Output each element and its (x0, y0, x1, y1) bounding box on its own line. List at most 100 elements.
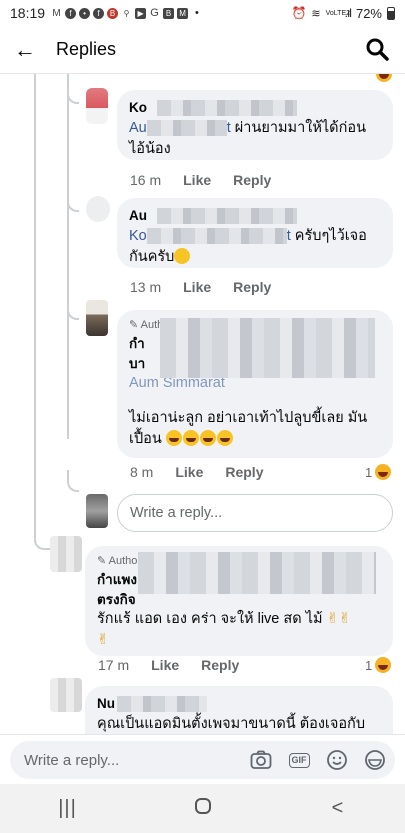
facebook-icon: f (65, 7, 77, 19)
status-left: 18:19 M f • f B ⚲ ▶ G B M • (10, 5, 199, 21)
app-icon: B (107, 7, 119, 19)
reply-button[interactable]: Reply (233, 172, 271, 188)
haha-reaction-icon (375, 657, 392, 673)
redacted-block (160, 318, 375, 378)
smile-emoji-icon (174, 247, 191, 264)
commenter-name[interactable]: Ko (129, 98, 381, 118)
comment-bubble: Ko Au t ผ่านยามมาให้ได้ก่อน ไอ้น้อง (117, 90, 393, 160)
like-button[interactable]: Like (175, 464, 203, 480)
clipped-reaction (376, 74, 392, 87)
mention-link[interactable]: Ko t (129, 228, 291, 244)
redacted-name (157, 208, 297, 225)
notification-icons: M f • f B ⚲ ▶ G B M • (51, 7, 199, 19)
back-arrow-icon[interactable]: ← (14, 37, 44, 63)
status-time: 18:19 (10, 5, 46, 21)
comment-text-line2: ไอ้น้อง (129, 140, 171, 157)
camera-icon[interactable] (249, 748, 273, 772)
gmail-icon: M (52, 7, 61, 19)
dot-icon: • (195, 7, 199, 19)
comment-text: ไม่เอาน่ะลูก อย่าเอาเท้าไปลูบขี้เลย มัน (129, 410, 368, 427)
comment-text: ครับๆไว้เจอ (290, 227, 367, 244)
header: ← Replies (0, 26, 405, 74)
status-right: ⏰ ≋ VoLTE2 .ıl 72% (291, 6, 395, 21)
comment-bubble: Nu คุณเป็นแอดมินตั้งเพจมาขนาดนี้ ต้องเจอ… (85, 686, 393, 734)
system-nav-bar: ||| < (0, 784, 405, 833)
reply-button[interactable]: Reply (225, 464, 263, 480)
reaction-count[interactable]: 1 (365, 657, 392, 673)
status-bar: 18:19 M f • f B ⚲ ▶ G B M • ⏰ ≋ VoLTE2 .… (0, 0, 405, 26)
reply-button[interactable]: Reply (201, 657, 239, 673)
comment-bubble: Au Ko t ครับๆไว้เจอ กันครับ (117, 198, 393, 268)
emoji-icon[interactable] (325, 748, 349, 772)
redacted-name (117, 696, 207, 713)
thread-hook (67, 298, 79, 320)
thread-hook (67, 470, 79, 492)
victory-emoji-icon: ✌✌ (326, 611, 351, 628)
comment-actions: 16 m Like Reply (130, 172, 271, 188)
comment-text: คุณเป็นแอดมินตั้งเพจมาขนาดนี้ ต้องเจอกับ (97, 715, 366, 732)
gif-icon[interactable]: GIF (287, 748, 311, 772)
avatar[interactable] (50, 678, 82, 712)
comment-time: 8 m (130, 464, 154, 480)
laugh-emoji-icon (199, 430, 216, 447)
avatar[interactable] (86, 88, 108, 124)
chat-icon: • (79, 7, 91, 19)
reply-thread: Ko Au t ผ่านยามมาให้ได้ก่อน ไอ้น้อง 16 m … (0, 74, 405, 734)
commenter-name[interactable]: Au (129, 206, 381, 226)
victory-emoji-icon: ✌ (97, 632, 110, 649)
clipped-meta-row (130, 74, 134, 82)
comment-text-line2: เปื้อน (129, 431, 162, 448)
lte-icon: VoLTE2 (325, 9, 351, 17)
facebook-icon: f (93, 7, 105, 19)
redacted-mention (146, 119, 227, 136)
battery-level: 72% (355, 5, 382, 21)
back-button[interactable]: < (308, 797, 368, 820)
search-icon[interactable] (365, 37, 391, 63)
comment-text: ผ่านยามมาให้ได้ก่อน (230, 119, 367, 136)
composer-input[interactable]: Write a reply... GIF (10, 741, 395, 779)
thread-line-outer (34, 74, 36, 524)
thread-line-inner (67, 74, 69, 439)
avatar[interactable] (86, 196, 110, 222)
reply-input-placeholder: Write a reply... (130, 505, 223, 521)
comment-actions: 17 m Like Reply (98, 657, 239, 673)
comment-text-line2: กันครับ (129, 248, 175, 265)
comment-time: 16 m (130, 172, 162, 188)
google-icon: G (150, 6, 159, 19)
haha-reaction-icon (376, 74, 392, 82)
commenter-name[interactable]: Nu (97, 694, 381, 714)
redacted-block (138, 552, 376, 594)
battery-icon (387, 6, 395, 20)
reply-input[interactable]: Write a reply... (117, 494, 393, 532)
avatar[interactable] (50, 536, 82, 572)
comment-composer: Write a reply... GIF (0, 734, 405, 784)
comment-text: รักแร้ แอด เอง คร่า จะให้ live สด ไม้ (97, 611, 323, 628)
alarm-icon: ⏰ (291, 6, 307, 20)
home-button[interactable] (173, 797, 233, 821)
laugh-emoji-icon (216, 430, 233, 447)
laugh-emoji-icon (165, 430, 182, 447)
reply-button[interactable]: Reply (233, 279, 271, 295)
like-button[interactable]: Like (183, 279, 211, 295)
recent-apps-button[interactable]: ||| (38, 797, 98, 820)
avatar (86, 494, 108, 528)
comment-actions: 13 m Like Reply (130, 279, 271, 295)
like-button[interactable]: Like (183, 172, 211, 188)
sticker-icon[interactable] (363, 748, 387, 772)
haha-reaction-icon (375, 464, 392, 480)
laugh-emoji-icon (182, 430, 199, 447)
avatar[interactable] (86, 300, 108, 336)
gmail-icon: M (177, 7, 189, 19)
redacted-mention (146, 227, 287, 244)
like-button[interactable]: Like (151, 657, 179, 673)
reaction-count[interactable]: 1 (365, 464, 392, 480)
comment-time: 17 m (98, 657, 130, 673)
youtube-icon: ▶ (135, 7, 147, 19)
mention-link[interactable]: Au t (129, 120, 231, 136)
page-title: Replies (56, 39, 117, 59)
redacted-name (157, 100, 297, 117)
comment-time: 13 m (130, 279, 162, 295)
gif-label: GIF (288, 752, 310, 768)
app-icon: B (163, 7, 175, 19)
